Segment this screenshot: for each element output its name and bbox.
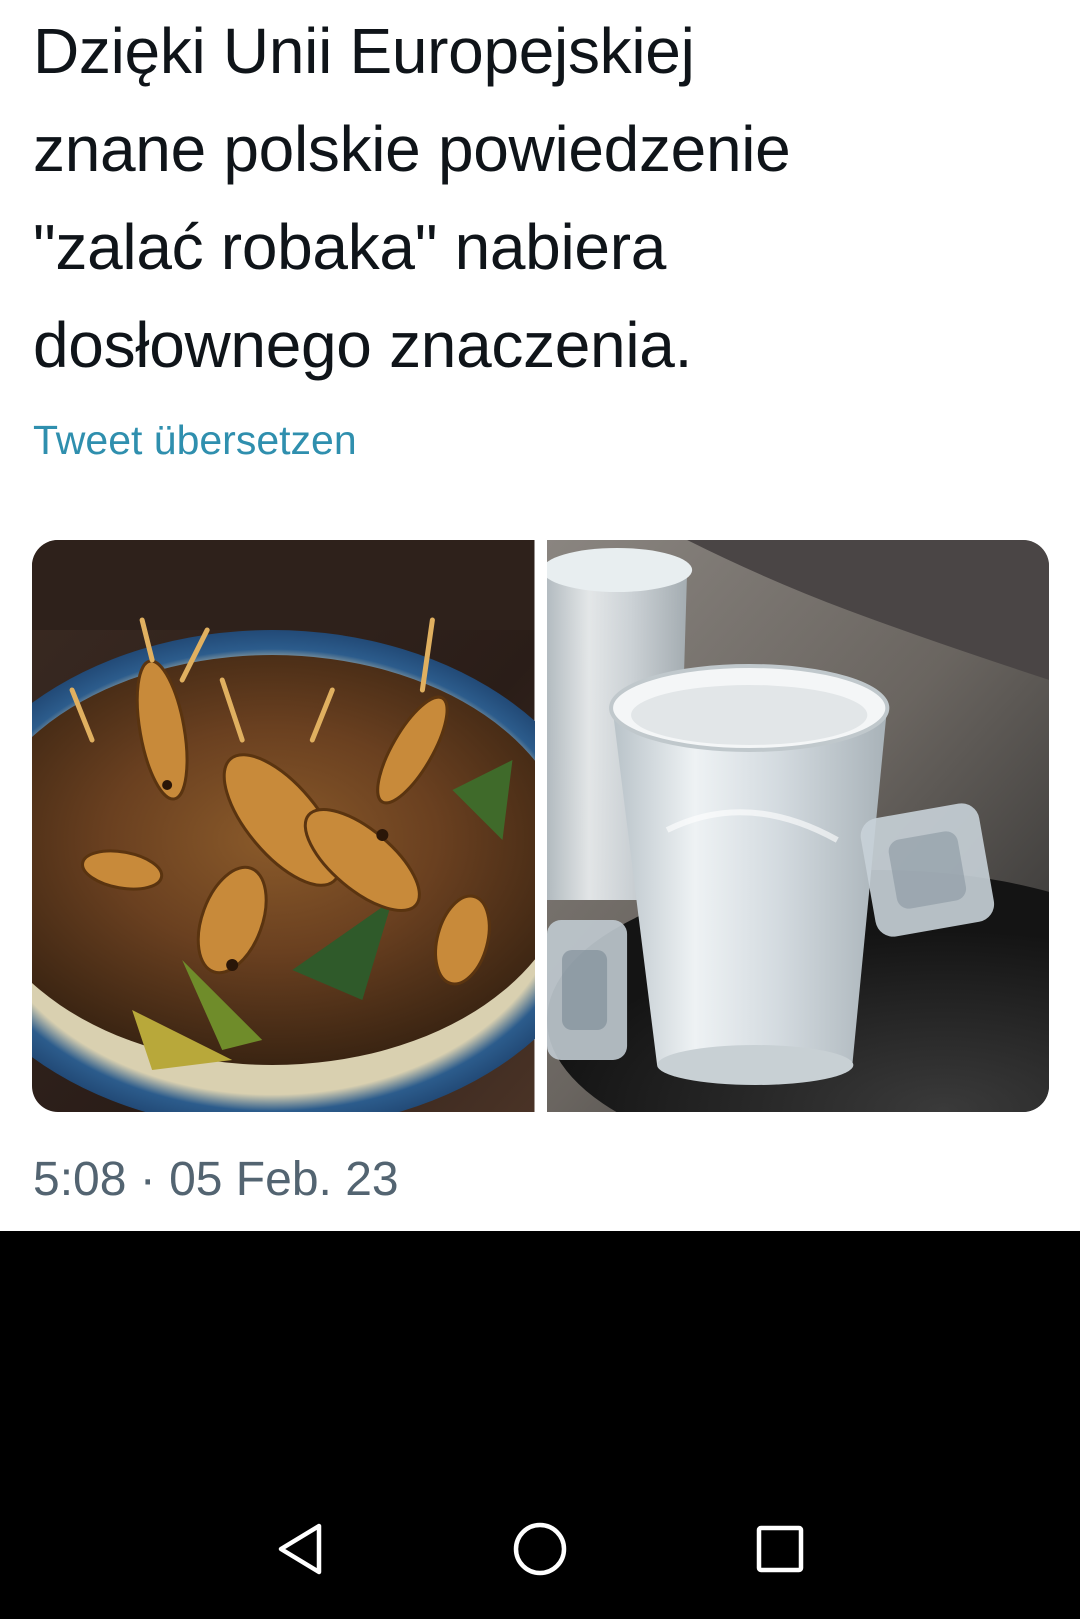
- tweet-text-line: dosłownego znaczenia.: [33, 309, 693, 381]
- nav-back-button[interactable]: [255, 1504, 345, 1594]
- fried-grasshoppers-photo: [32, 540, 535, 1112]
- tweet-text-line: Dzięki Unii Europejskiej: [33, 15, 695, 87]
- back-triangle-icon: [278, 1523, 322, 1575]
- nav-home-button[interactable]: [495, 1504, 585, 1594]
- tweet-timestamp[interactable]: 5:08 · 05 Feb. 23: [33, 1152, 399, 1208]
- tweet-text-line: znane polskie powiedzenie: [33, 113, 791, 185]
- media-image-vodka[interactable]: [546, 540, 1049, 1112]
- tweet-card: Dzięki Unii Europejskiej znane polskie p…: [0, 0, 1080, 1231]
- media-grid: [32, 540, 1049, 1112]
- recents-square-icon: [756, 1525, 804, 1573]
- system-navigation-bar: [0, 1500, 1080, 1619]
- tweet-text: Dzięki Unii Europejskiej znane polskie p…: [33, 2, 1053, 394]
- nav-recents-button[interactable]: [735, 1504, 825, 1594]
- translate-tweet-link[interactable]: Tweet übersetzen: [33, 414, 357, 466]
- media-image-grasshoppers[interactable]: [32, 540, 535, 1112]
- vodka-shot-glasses-photo: [546, 540, 1049, 1112]
- tweet-text-line: "zalać robaka" nabiera: [33, 211, 666, 283]
- home-circle-icon: [513, 1522, 567, 1576]
